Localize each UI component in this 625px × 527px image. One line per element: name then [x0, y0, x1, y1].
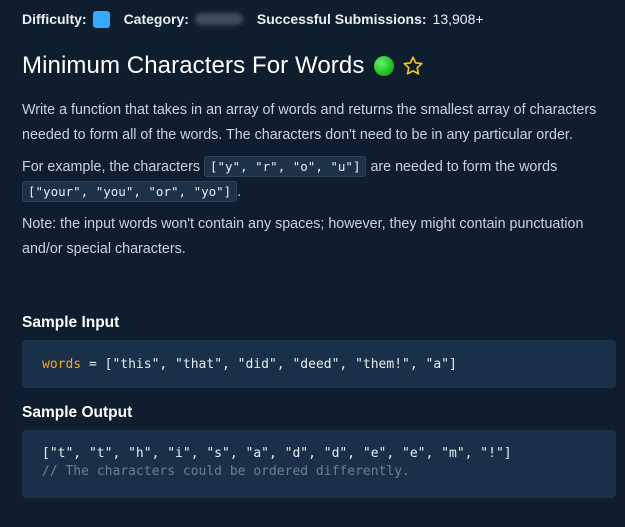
note-paragraph: Note: the input words won't contain any …: [22, 216, 584, 257]
example-text-mid: are needed to form the words: [366, 159, 558, 175]
sample-output-line: ["t", "t", "h", "i", "s", "a", "d", "d",…: [42, 446, 512, 461]
example-text-before: For example, the characters: [22, 159, 204, 175]
submissions-count: 13,908+: [432, 11, 484, 27]
sample-output-comment: // The characters could be ordered diffe…: [42, 464, 410, 479]
submissions-label: Successful Submissions:: [256, 11, 427, 27]
sample-output-title: Sample Output: [22, 404, 133, 421]
difficulty-label: Difficulty:: [22, 11, 87, 27]
problem-page: Difficulty: Category: Successful Submiss…: [0, 0, 625, 527]
submissions-group: Successful Submissions: 13,908+: [257, 11, 484, 27]
sample-output-code: ["t", "t", "h", "i", "s", "a", "d", "d",…: [22, 430, 616, 498]
meta-bar: Difficulty: Category: Successful Submiss…: [22, 0, 603, 38]
example-text-after: .: [237, 183, 242, 200]
difficulty-indicator: [92, 10, 110, 28]
sample-input-value: = ["this", "that", "did", "deed", "them!…: [81, 356, 457, 372]
difficulty-group: Difficulty:: [22, 10, 110, 28]
sample-input-title: Sample Input: [22, 314, 120, 331]
sample-input-var: words: [42, 356, 82, 372]
title-row: Minimum Characters For Words: [22, 46, 603, 86]
example-chars-code: ["y", "r", "o", "u"]: [203, 156, 367, 177]
category-group: Category:: [124, 11, 243, 27]
category-value-hidden: [194, 13, 243, 25]
star-outline-icon[interactable]: [402, 55, 424, 77]
sample-input-code: words = ["this", "that", "did", "deed", …: [22, 340, 616, 388]
category-label: Category:: [123, 11, 189, 27]
example-words-code: ["your", "you", "or", "yo"]: [22, 180, 238, 202]
page-title: Minimum Characters For Words: [22, 52, 365, 79]
example-paragraph: For example, the characters ["y", "r", "…: [22, 155, 603, 204]
description-paragraph: Write a function that takes in an array …: [22, 102, 597, 143]
completed-circle-icon: [374, 56, 395, 76]
